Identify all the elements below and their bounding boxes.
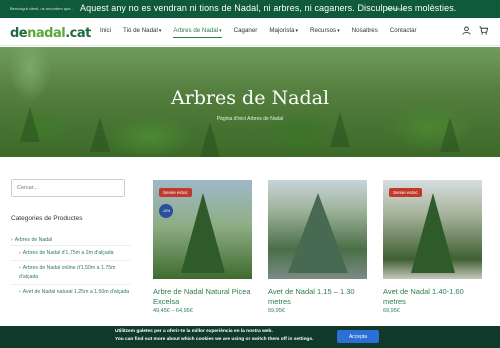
nav-item-caganer[interactable]: Caganer xyxy=(234,27,258,34)
nav-label: Inici xyxy=(100,27,112,34)
product-name[interactable]: Avet de Nadal 1.15 – 1.30 metres xyxy=(268,287,367,306)
site-logo[interactable]: denadal.cat xyxy=(10,26,91,41)
product-price: 49,45€ – 64,95€ xyxy=(153,308,193,314)
stock-badge: Sense estoc xyxy=(159,188,192,197)
category-label: Arbres de Nadal d'1,75m a 2m d'alçada xyxy=(22,249,114,256)
chevron-right-icon: › xyxy=(19,289,21,295)
page-title: Arbres de Nadal xyxy=(170,87,330,109)
logo-part-2: nadal xyxy=(27,26,66,41)
search-input[interactable] xyxy=(11,179,125,197)
nav-label: Caganer xyxy=(233,27,258,34)
notice-small-text-right: Benvolgut xyxy=(387,6,405,11)
nav-label: Majorista xyxy=(269,27,295,34)
nav-label: Recursos xyxy=(310,27,337,34)
main-nav: Inici Tió de Nadal▾ Arbres de Nadal▾ Cag… xyxy=(100,27,429,38)
cookie-text: Utilitzem galetes per a oferir-te la mil… xyxy=(115,329,273,334)
product-image[interactable]: Sense estoc -10% xyxy=(153,180,252,279)
nav-label: Contactar xyxy=(389,27,417,34)
product-name[interactable]: Arbre de Nadal Natural Picea Excelsa xyxy=(153,287,252,306)
logo-part-3: .cat xyxy=(65,26,91,41)
hero-tree-shape xyxy=(90,117,110,152)
hero-tree-shape xyxy=(20,107,40,142)
categories-title: Categories de Productes xyxy=(11,215,83,222)
chevron-down-icon: ▾ xyxy=(337,28,340,34)
logo-part-1: de xyxy=(10,26,28,41)
cookie-banner: Utilitzem galetes per a oferir-te la mil… xyxy=(0,326,500,348)
chevron-right-icon: › xyxy=(19,249,21,256)
user-icon[interactable] xyxy=(462,26,471,37)
notice-small-text: Benvolgut client, us recordem que... xyxy=(10,6,74,11)
nav-item-arbres[interactable]: Arbres de Nadal▾ xyxy=(173,27,222,38)
accept-cookies-button[interactable]: Accepta xyxy=(337,330,379,343)
product-price: 69,95€ xyxy=(383,308,400,314)
category-item[interactable]: › Arbres de Nadal online d'1.50m a 1.75m … xyxy=(11,260,131,284)
category-item[interactable]: › Arbres de Nadal d'1,75m a 2m d'alçada xyxy=(11,244,131,261)
nav-item-majorista[interactable]: Majorista▾ xyxy=(269,27,298,34)
product-image[interactable]: Sense estoc xyxy=(383,180,482,279)
stock-badge: Sense estoc xyxy=(389,188,422,197)
product-card[interactable]: Sense estoc Avet de Nadal 1.40-1.60 metr… xyxy=(383,180,482,314)
hero-banner: Arbres de Nadal Pàgina d'inici Arbres de… xyxy=(0,47,500,157)
sale-badge: -10% xyxy=(159,204,173,218)
product-card[interactable]: Sense estoc -10% Arbre de Nadal Natural … xyxy=(153,180,252,314)
hero-tree-shape xyxy=(200,122,220,157)
category-label: Arbres de Nadal online d'1.50m a 1.75m d… xyxy=(19,265,116,280)
product-card[interactable]: Avet de Nadal 1.15 – 1.30 metres 59,95€ xyxy=(268,180,367,314)
chevron-down-icon: ▾ xyxy=(219,28,222,34)
nav-item-contactar[interactable]: Contactar xyxy=(390,27,417,34)
nav-label: Nosaltres xyxy=(351,27,378,34)
product-name[interactable]: Avet de Nadal 1.40-1.60 metres xyxy=(383,287,482,306)
nav-item-recursos[interactable]: Recursos▾ xyxy=(310,27,340,34)
category-label: Arbres de Nadal xyxy=(14,237,53,243)
category-item[interactable]: › Arbres de Nadal xyxy=(11,236,131,245)
nav-item-tio[interactable]: Tió de Nadal▾ xyxy=(123,27,161,34)
nav-item-nosaltres[interactable]: Nosaltres xyxy=(352,27,378,34)
tree-illustration xyxy=(287,193,348,273)
product-price: 59,95€ xyxy=(268,308,285,314)
hero-tree-shape xyxy=(440,117,460,152)
chevron-down-icon: ▾ xyxy=(158,28,162,34)
category-item[interactable]: › Avet de Nadal natural 1.25m a 1.50m d'a… xyxy=(11,284,131,300)
breadcrumb[interactable]: Pàgina d'inici Arbres de Nadal xyxy=(0,116,500,122)
site-header: denadal.cat Inici Tió de Nadal▾ Arbres d… xyxy=(0,18,500,46)
cookie-text: You can find out more about which cookie… xyxy=(115,337,314,342)
chevron-right-icon: › xyxy=(19,265,21,271)
cart-icon[interactable] xyxy=(479,26,489,37)
nav-item-inici[interactable]: Inici xyxy=(100,27,111,34)
nav-label: Arbres de Nadal xyxy=(173,27,219,34)
header-icons xyxy=(462,26,489,37)
tree-illustration xyxy=(410,193,455,273)
product-image[interactable] xyxy=(268,180,367,279)
tree-illustration xyxy=(180,193,225,273)
category-label: Avet de Nadal natural 1.25m a 1.50m d'al… xyxy=(22,289,130,295)
notice-bar: Benvolgut client, us recordem que... Aqu… xyxy=(0,0,500,18)
chevron-right-icon: › xyxy=(11,237,13,243)
chevron-down-icon: ▾ xyxy=(295,28,298,34)
nav-label: Tió de Nadal xyxy=(123,27,158,34)
category-list: › Arbres de Nadal › Arbres de Nadal d'1,75… xyxy=(11,236,131,300)
